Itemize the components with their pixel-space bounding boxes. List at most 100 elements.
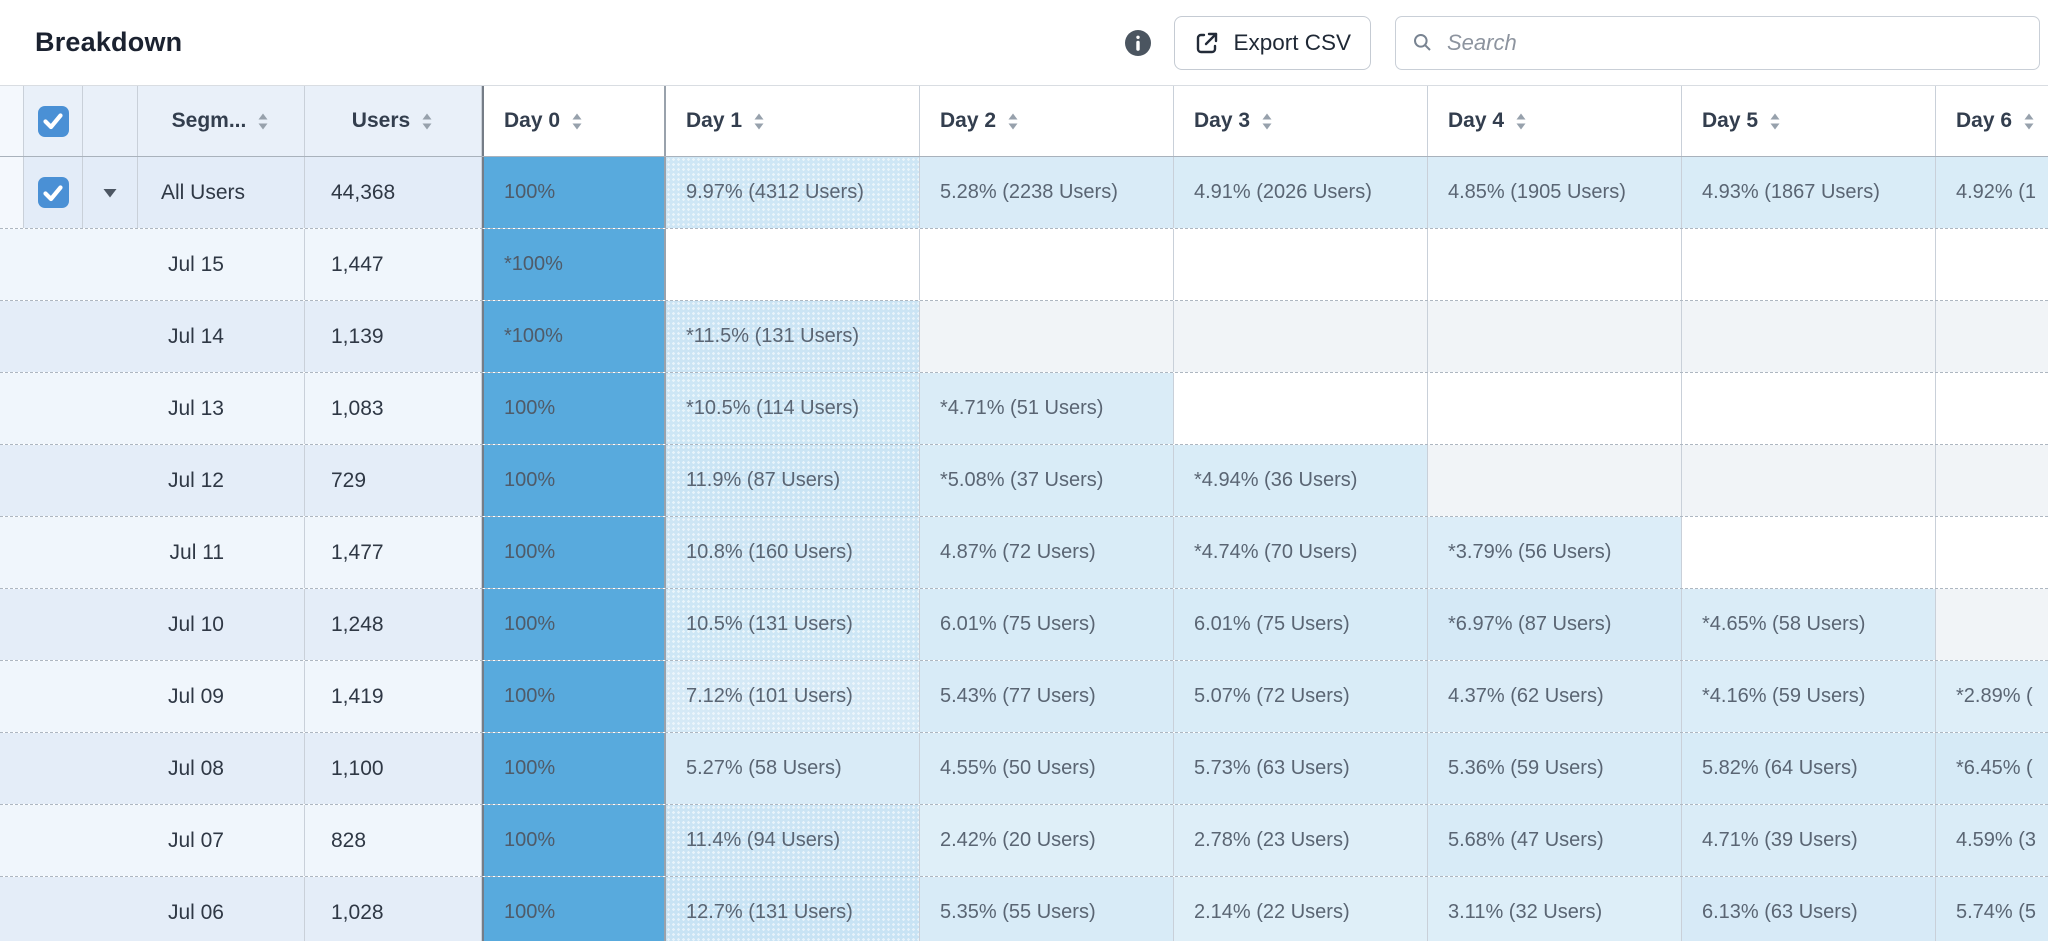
cell-value: *100%	[504, 253, 563, 276]
sort-icon[interactable]	[1006, 112, 1020, 131]
segment-cell: Jul 07	[0, 805, 305, 876]
day-cell: 10.8% (160 Users)	[666, 517, 920, 588]
users-value: 1,419	[331, 685, 384, 709]
cell-value: *4.94% (36 Users)	[1194, 469, 1357, 492]
day-cell-empty	[1682, 229, 1936, 300]
segment-cell: Jul 09	[0, 661, 305, 732]
cell-value: 4.91% (2026 Users)	[1194, 181, 1372, 204]
day-cell-empty	[1428, 373, 1682, 444]
row-checkbox[interactable]	[38, 177, 69, 208]
users-value: 1,083	[331, 397, 384, 421]
day-cell-empty	[1428, 445, 1682, 516]
segment-cell: Jul 10	[0, 589, 305, 660]
cell-value: 5.07% (72 Users)	[1194, 685, 1350, 708]
sort-icon[interactable]	[420, 112, 434, 131]
cell-value: 11.4% (94 Users)	[686, 829, 840, 852]
sort-icon[interactable]	[570, 112, 584, 131]
users-value: 1,248	[331, 613, 384, 637]
day-cell: 5.07% (72 Users)	[1174, 661, 1428, 732]
day-cell-empty	[1682, 301, 1936, 372]
column-header-day6[interactable]: Day 6	[1936, 86, 2048, 156]
table-row: Jul 07828100%11.4% (94 Users)2.42% (20 U…	[0, 805, 2048, 877]
cell-value: *6.45% (	[1956, 757, 2033, 780]
cell-value: 5.82% (64 Users)	[1702, 757, 1858, 780]
cell-value: 5.43% (77 Users)	[940, 685, 1096, 708]
cell-value: 100%	[504, 757, 555, 780]
day-cell: 5.82% (64 Users)	[1682, 733, 1936, 804]
segment-label: Jul 08	[168, 757, 224, 781]
segment-cell: Jul 11	[0, 517, 305, 588]
users-value: 1,139	[331, 325, 384, 349]
expand-arrow-icon[interactable]	[102, 187, 118, 199]
cell-value: *4.71% (51 Users)	[940, 397, 1103, 420]
column-header-users[interactable]: Users	[305, 86, 482, 156]
users-value: 1,100	[331, 757, 384, 781]
segment-label: All Users	[161, 181, 245, 205]
table-row: Jul 101,248100%10.5% (131 Users)6.01% (7…	[0, 589, 2048, 661]
sort-icon[interactable]	[2022, 112, 2036, 131]
column-header-day4[interactable]: Day 4	[1428, 86, 1682, 156]
cell-value: 4.37% (62 Users)	[1448, 685, 1604, 708]
cell-value: 2.14% (22 Users)	[1194, 901, 1350, 924]
day-cell: 3.11% (32 Users)	[1428, 877, 1682, 941]
day-cell: 2.42% (20 Users)	[920, 805, 1174, 876]
table-row: Jul 091,419100%7.12% (101 Users)5.43% (7…	[0, 661, 2048, 733]
sort-icon[interactable]	[1768, 112, 1782, 131]
day-cell: 100%	[482, 589, 666, 660]
cell-value: 4.87% (72 Users)	[940, 541, 1096, 564]
summary-row: All Users44,368100%9.97% (4312 Users)5.2…	[0, 157, 2048, 229]
sort-icon[interactable]	[256, 112, 270, 131]
expand-cell	[83, 157, 138, 228]
cell-value: 6.13% (63 Users)	[1702, 901, 1858, 924]
column-header-label: Segm...	[172, 109, 247, 133]
column-header-day5[interactable]: Day 5	[1682, 86, 1936, 156]
day-cell: 5.36% (59 Users)	[1428, 733, 1682, 804]
table-header-row: Segm... Users Day 0 Day 1 Day 2 Day 3Day 4 Day…	[0, 85, 2048, 157]
cell-value: 100%	[504, 397, 555, 420]
segment-cell: Jul 08	[0, 733, 305, 804]
column-header-day2[interactable]: Day 2	[920, 86, 1174, 156]
cell-value: 9.97% (4312 Users)	[686, 181, 864, 204]
sort-icon[interactable]	[1260, 112, 1274, 131]
toolbar: Breakdown Export CSV	[0, 0, 2048, 85]
cell-value: 100%	[504, 901, 555, 924]
sort-icon[interactable]	[752, 112, 766, 131]
day-cell: 100%	[482, 445, 666, 516]
day-cell: 4.92% (1	[1936, 157, 2048, 228]
export-csv-button[interactable]: Export CSV	[1174, 16, 1371, 70]
export-icon	[1194, 30, 1220, 56]
sort-icon[interactable]	[1514, 112, 1528, 131]
cell-value: 4.71% (39 Users)	[1702, 829, 1858, 852]
column-header-day0[interactable]: Day 0	[482, 86, 666, 156]
segment-label: Jul 07	[168, 829, 224, 853]
search-input[interactable]	[1445, 29, 2039, 57]
retention-table: Segm... Users Day 0 Day 1 Day 2 Day 3Day 4 Day…	[0, 85, 2048, 941]
users-value: 729	[331, 469, 366, 493]
segment-label: Jul 14	[168, 325, 224, 349]
column-header-label: Day 0	[504, 109, 560, 133]
day-cell: 11.9% (87 Users)	[666, 445, 920, 516]
day-cell-empty	[1174, 301, 1428, 372]
users-cell: 1,419	[305, 661, 482, 732]
day-cell-empty	[1936, 301, 2048, 372]
cell-value: 4.92% (1	[1956, 181, 2036, 204]
cell-value: *11.5% (131 Users)	[686, 325, 859, 348]
day-cell: 5.74% (5	[1936, 877, 2048, 941]
segment-cell: Jul 12	[0, 445, 305, 516]
segment-label: Jul 09	[168, 685, 224, 709]
column-header-day3[interactable]: Day 3	[1174, 86, 1428, 156]
column-header-day1[interactable]: Day 1	[666, 86, 920, 156]
day-cell: *100%	[482, 229, 666, 300]
cell-value: 4.59% (3	[1956, 829, 2036, 852]
info-icon[interactable]	[1124, 29, 1152, 57]
cell-value: 100%	[504, 829, 555, 852]
column-header-segment[interactable]: Segm...	[138, 86, 305, 156]
column-header-label: Day 5	[1702, 109, 1758, 133]
column-header-label: Day 1	[686, 109, 742, 133]
table-row: Jul 131,083100%*10.5% (114 Users)*4.71% …	[0, 373, 2048, 445]
day-cell: 100%	[482, 733, 666, 804]
cell-value: 100%	[504, 469, 555, 492]
select-all-checkbox[interactable]	[38, 106, 69, 137]
column-header-label: Day 2	[940, 109, 996, 133]
day-cell-empty	[1174, 229, 1428, 300]
